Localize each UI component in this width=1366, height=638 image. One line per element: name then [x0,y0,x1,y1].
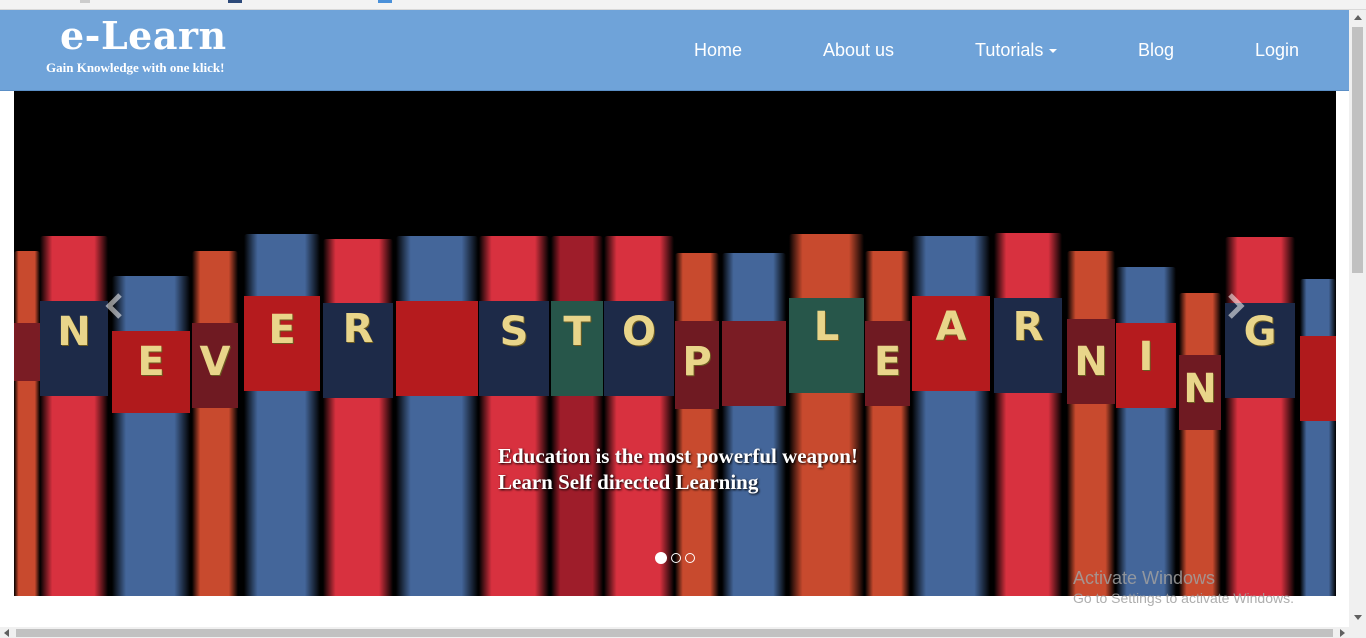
book-label-band [722,321,786,406]
book-letter: O [621,309,656,355]
book-spine: L [789,234,864,596]
book-spine: E [112,276,190,596]
book-spine: P [675,253,719,596]
brand-tagline: Gain Knowledge with one klick! [46,60,225,75]
scrollbar-corner [1349,627,1366,638]
book-spine: R [323,239,393,596]
scroll-right-icon[interactable] [1340,629,1345,637]
book-spine: V [192,251,238,596]
hero-carousel: NEVERSTOPLEARNING Education is the most … [14,91,1336,596]
book-letter: R [342,306,374,352]
nav-login[interactable]: Login [1255,40,1299,60]
carousel-indicators [655,552,695,564]
book-spine: O [604,236,674,596]
watermark-title: Activate Windows [1073,568,1216,588]
book-spine: S [479,236,549,596]
carousel-indicator-dot[interactable] [685,553,695,563]
caret-down-icon [1049,49,1058,54]
book-letter: N [1074,339,1108,385]
tab-fragment [80,0,90,3]
horizontal-scrollbar[interactable] [0,627,1349,638]
book-letter: P [682,339,712,385]
book-letter: N [57,309,91,355]
book-spine: E [244,234,320,596]
vertical-scrollbar[interactable] [1349,10,1366,627]
tab-fragment [228,0,242,3]
vertical-scroll-thumb[interactable] [1352,27,1363,273]
book-spine [396,236,478,596]
book-letter: L [813,304,840,350]
carousel-indicator-dot[interactable] [671,553,681,563]
book-letter: R [1012,304,1044,350]
book-letter: N [1183,366,1217,412]
book-spine: I [1116,267,1176,596]
book-spine [722,253,786,596]
book-letter: A [935,304,967,350]
nav-home[interactable]: Home [694,40,742,60]
carousel-caption: Education is the most powerful weapon! L… [498,443,858,495]
book-letter: V [199,339,231,385]
book-letter: E [137,339,165,385]
book-spine: N [1179,293,1221,596]
carousel-prev-control[interactable] [100,291,130,321]
nav-blog[interactable]: Blog [1138,40,1174,60]
chevron-left-icon [105,293,122,319]
book-letter: T [563,309,591,355]
caption-line-2: Learn Self directed Learning [498,470,759,494]
book-spine: R [994,233,1062,596]
book-spine: A [912,236,990,596]
book-spine: N [1067,251,1115,596]
book-label-band [1300,336,1336,421]
carousel-indicator-dot[interactable] [655,552,667,564]
chevron-right-icon [1228,293,1245,319]
book-letter: E [873,339,902,385]
watermark-subtitle: Go to Settings to activate Windows. [1073,590,1294,606]
windows-activation-watermark: Activate Windows Go to Settings to activ… [1073,567,1294,607]
caption-line-1: Education is the most powerful weapon! [498,444,858,468]
browser-top-strip [0,0,1366,10]
book-spine: E [865,251,910,596]
brand-title[interactable]: e-Learn [60,15,227,57]
book-letter: E [268,307,296,353]
horizontal-scroll-thumb[interactable] [16,629,1333,637]
book-letter: I [1138,334,1154,380]
nav-about-us[interactable]: About us [823,40,894,60]
bookshelf-image: NEVERSTOPLEARNING [14,91,1336,596]
scroll-up-icon[interactable] [1354,15,1362,20]
book-letter: S [499,309,529,355]
book-label-band [14,323,40,381]
book-spine [14,251,40,596]
carousel-next-control[interactable] [1220,291,1250,321]
tab-fragment [378,0,392,3]
book-spine [1300,279,1336,596]
scroll-left-icon[interactable] [4,629,9,637]
book-spine: N [40,236,108,596]
book-spine: T [551,236,603,596]
book-label-band [396,301,478,396]
nav-tutorials-label: Tutorials [975,40,1044,60]
nav-tutorials[interactable]: Tutorials [975,40,1058,60]
navbar: e-Learn Gain Knowledge with one klick! H… [0,10,1349,91]
scroll-down-icon[interactable] [1354,615,1362,620]
